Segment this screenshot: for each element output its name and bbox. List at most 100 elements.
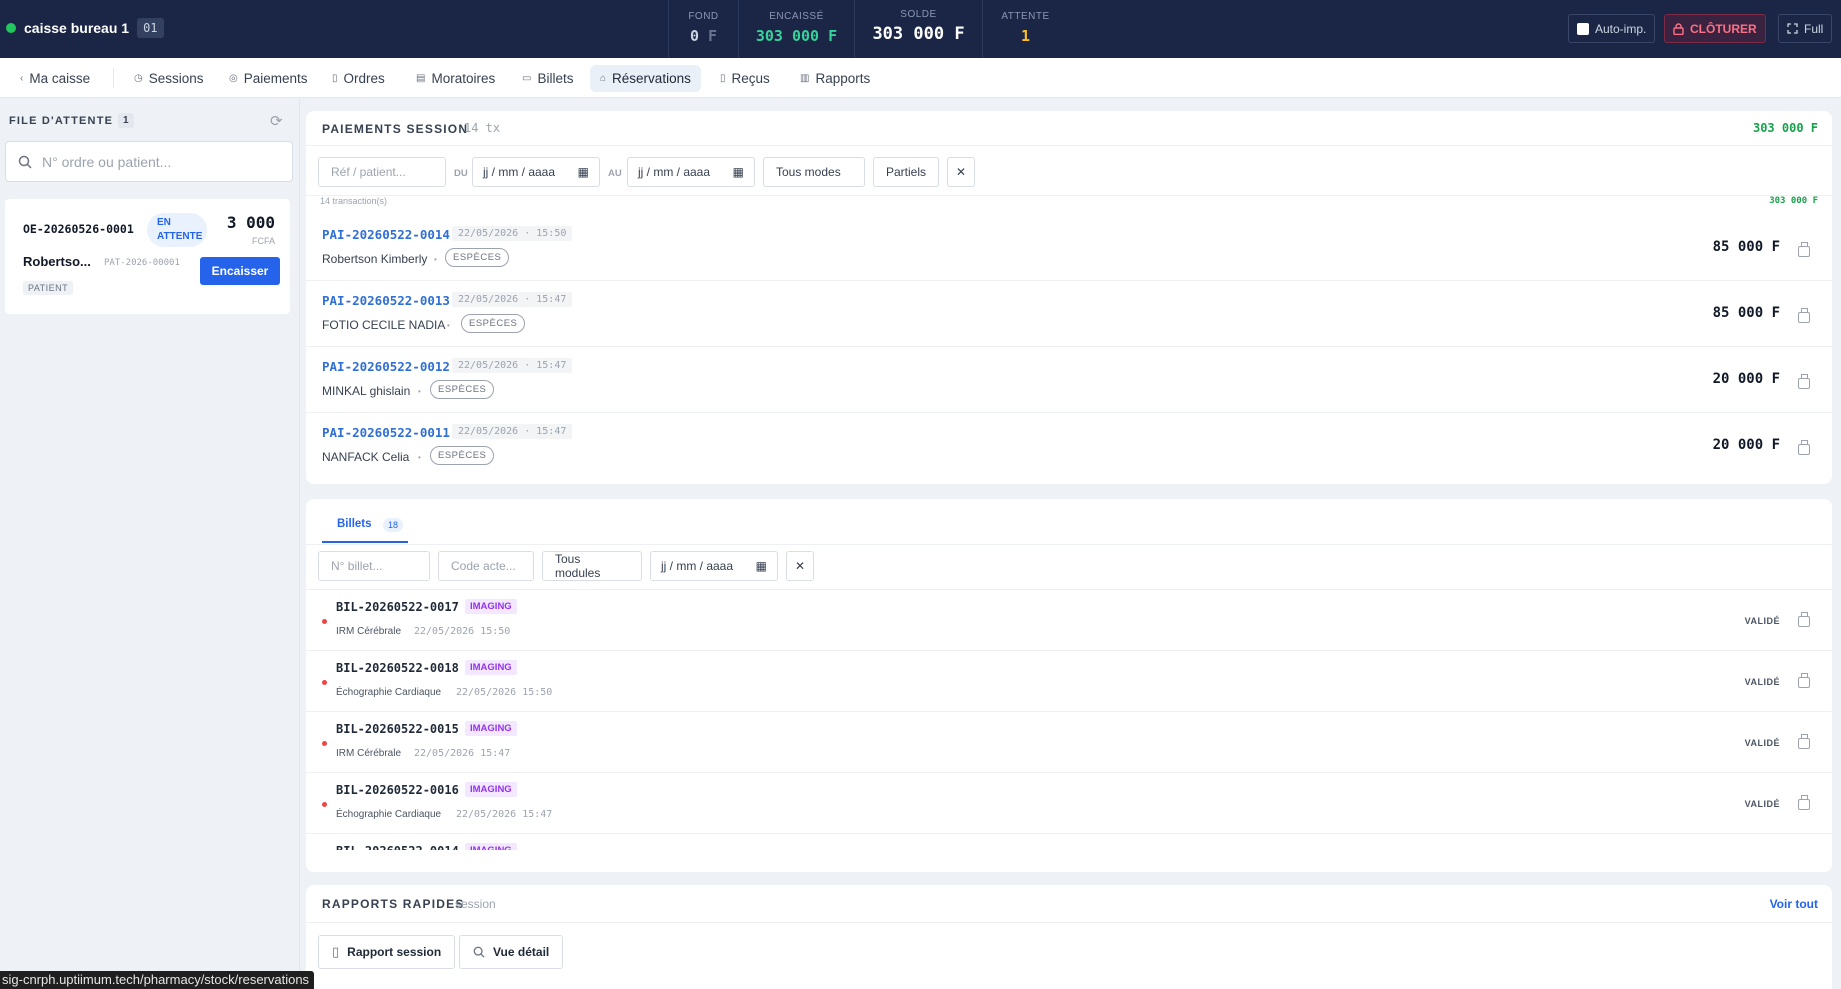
queue-search-placeholder: N° ordre ou patient... bbox=[42, 153, 172, 170]
printer-icon[interactable] bbox=[1798, 308, 1810, 323]
coins-icon: ◎ bbox=[229, 73, 238, 84]
billet-date: 22/05/2026 15:47 bbox=[414, 748, 511, 759]
bullet-separator: • bbox=[418, 453, 421, 462]
close-icon: ✕ bbox=[955, 165, 967, 179]
transactions-count: 14 transaction(s) bbox=[320, 196, 388, 206]
fullscreen-label: Full bbox=[1804, 21, 1824, 36]
caisse-number: 01 bbox=[137, 18, 164, 38]
modes-select[interactable]: Tous modes bbox=[763, 157, 865, 187]
search-icon bbox=[18, 155, 32, 169]
clock-icon: ◷ bbox=[134, 73, 143, 84]
stat-encaisse-label: ENCAISSÉ bbox=[769, 11, 824, 22]
billet-date-input[interactable]: jj / mm / aaaa ▦ bbox=[650, 551, 778, 581]
tab-reservations[interactable]: ⌂ Réservations bbox=[590, 65, 701, 92]
table-row[interactable]: PAI-20260522-0013 22/05/2026 · 15:47 FOT… bbox=[306, 281, 1832, 347]
printer-icon[interactable] bbox=[1798, 673, 1810, 688]
tab-sessions[interactable]: ◷ Sessions bbox=[124, 65, 214, 92]
table-row[interactable]: PAI-20260522-0011 22/05/2026 · 15:47 NAN… bbox=[306, 413, 1832, 479]
stat-attente-label: ATTENTE bbox=[1001, 11, 1050, 22]
auto-imp-toggle[interactable]: Auto-imp. bbox=[1568, 14, 1656, 43]
refresh-icon[interactable]: ⟳ bbox=[270, 112, 283, 130]
tab-paiements[interactable]: ◎ Paiements bbox=[219, 65, 318, 92]
payment-id-link[interactable]: PAI-20260522-0013 bbox=[322, 293, 450, 308]
date-to-input[interactable]: jj / mm / aaaa ▦ bbox=[627, 157, 755, 187]
tab-moratoires[interactable]: ▤ Moratoires bbox=[406, 65, 505, 92]
tab-ordres[interactable]: ▯ Ordres bbox=[322, 65, 395, 92]
queue-status-line2: ATTENTE bbox=[157, 231, 203, 242]
queue-status-badge: EN ATTENTE bbox=[147, 213, 207, 247]
calendar-icon[interactable]: ▦ bbox=[733, 165, 744, 179]
tab-rapports[interactable]: ▥ Rapports bbox=[790, 65, 880, 92]
tab-billets[interactable]: ▭ Billets bbox=[512, 65, 583, 92]
partiels-toggle[interactable]: Partiels bbox=[873, 157, 939, 187]
payment-amount: 85 000 F bbox=[1712, 305, 1780, 321]
table-row[interactable]: PAI-20260522-0012 22/05/2026 · 15:47 MIN… bbox=[306, 347, 1832, 413]
stat-solde-label: SOLDE bbox=[900, 9, 937, 20]
calendar-icon[interactable]: ▦ bbox=[756, 559, 767, 573]
tab-billets-panel[interactable]: Billets 18 bbox=[322, 499, 408, 543]
printer-icon[interactable] bbox=[1798, 242, 1810, 257]
encaisser-button[interactable]: Encaisser bbox=[200, 257, 280, 285]
billet-acte: IRM Cérébrale bbox=[336, 748, 402, 759]
billet-date-value: jj / mm / aaaa bbox=[661, 559, 734, 573]
queue-card[interactable]: OE-20260526-0001 EN ATTENTE 3 000 FCFA R… bbox=[5, 199, 290, 314]
rapports-title: RAPPORTS RAPIDES bbox=[322, 897, 465, 911]
voir-tout-link[interactable]: Voir tout bbox=[1770, 897, 1818, 911]
bullet-separator: • bbox=[447, 321, 450, 330]
list-item[interactable]: BIL-20260522-0017 IMAGING IRM Cérébrale … bbox=[306, 590, 1832, 651]
payment-patient: Robertson Kimberly bbox=[322, 252, 428, 266]
date-from-input[interactable]: jj / mm / aaaa ▦ bbox=[472, 157, 600, 187]
rapport-session-button[interactable]: ▯ Rapport session bbox=[318, 935, 456, 969]
billet-acte: IRM Cérébrale bbox=[336, 626, 402, 637]
vue-detail-button[interactable]: Vue détail bbox=[459, 935, 564, 969]
calendar-icon[interactable]: ▦ bbox=[578, 165, 589, 179]
divider bbox=[306, 145, 1832, 146]
auto-imp-checkbox[interactable] bbox=[1577, 22, 1589, 35]
caisse-name: caisse bureau 1 bbox=[24, 20, 130, 36]
table-row[interactable]: PAI-20260522-0014 22/05/2026 · 15:50 Rob… bbox=[306, 215, 1832, 281]
list-item[interactable]: BIL-20260522-0015 IMAGING IRM Cérébrale … bbox=[306, 712, 1832, 773]
nav-back-ma-caisse[interactable]: ‹ Ma caisse bbox=[10, 65, 100, 92]
queue-currency: FCFA bbox=[251, 236, 275, 246]
lock-icon bbox=[1673, 22, 1684, 35]
tab-paiements-label: Paiements bbox=[243, 71, 308, 86]
payment-patient: FOTIO CECILE NADIA bbox=[322, 318, 446, 332]
modules-select[interactable]: Tous modules bbox=[542, 551, 642, 581]
payment-id-link[interactable]: PAI-20260522-0012 bbox=[322, 359, 450, 374]
payment-patient: MINKAL ghislain bbox=[322, 384, 411, 398]
billet-status: VALIDÉ bbox=[1744, 799, 1780, 809]
clear-billet-filters-button[interactable]: ✕ bbox=[786, 551, 814, 581]
billet-acte: Échographie Cardiaque bbox=[336, 687, 442, 698]
fullscreen-button[interactable]: Full bbox=[1778, 14, 1833, 43]
printer-icon[interactable] bbox=[1798, 440, 1810, 455]
payment-mode-badge: ESPÈCES bbox=[461, 314, 526, 333]
payment-date: 22/05/2026 · 15:47 bbox=[452, 358, 573, 373]
printer-icon[interactable] bbox=[1798, 374, 1810, 389]
ref-patient-input[interactable]: Réf / patient... bbox=[318, 157, 446, 187]
printer-icon[interactable] bbox=[1798, 795, 1810, 810]
queue-status-line1: EN bbox=[157, 217, 171, 228]
list-item[interactable]: BIL-20260522-0016 IMAGING Échographie Ca… bbox=[306, 773, 1832, 834]
cloturer-button[interactable]: CLÔTURER bbox=[1664, 14, 1766, 43]
billet-acte: Échographie Cardiaque bbox=[336, 809, 442, 820]
billet-id: BIL-20260522-0015 bbox=[336, 722, 459, 736]
list-item[interactable]: BIL-20260522-0018 IMAGING Échographie Ca… bbox=[306, 651, 1832, 712]
fullscreen-icon bbox=[1787, 23, 1798, 34]
tab-recus[interactable]: ▯ Reçus bbox=[710, 65, 780, 92]
billet-date: 22/05/2026 15:50 bbox=[414, 626, 511, 637]
rapport-session-label: Rapport session bbox=[347, 945, 442, 959]
printer-icon[interactable] bbox=[1798, 734, 1810, 749]
payment-date: 22/05/2026 · 15:47 bbox=[452, 292, 573, 307]
clear-filters-button[interactable]: ✕ bbox=[947, 157, 975, 187]
stat-fond: FOND 0 F bbox=[668, 0, 738, 58]
bullet-separator: • bbox=[434, 255, 437, 264]
stat-solde-value: 303 000 F bbox=[872, 24, 965, 44]
payment-id-link[interactable]: PAI-20260522-0014 bbox=[322, 227, 450, 242]
payment-id-link[interactable]: PAI-20260522-0011 bbox=[322, 425, 450, 440]
payments-panel: PAIEMENTS SESSION 14 tx 303 000 F Réf / … bbox=[306, 111, 1832, 484]
code-acte-input[interactable]: Code acte... bbox=[438, 551, 534, 581]
printer-icon[interactable] bbox=[1798, 612, 1810, 627]
document-icon: ▯ bbox=[332, 73, 338, 84]
billet-number-input[interactable]: N° billet... bbox=[318, 551, 430, 581]
queue-search-input[interactable]: N° ordre ou patient... bbox=[5, 141, 293, 182]
